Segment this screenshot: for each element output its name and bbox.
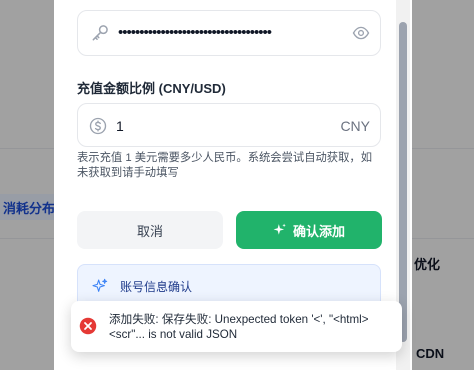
confirm-button-label: 确认添加 [292,223,345,239]
cancel-button[interactable]: 取消 [77,211,223,249]
error-icon [79,317,97,335]
cancel-button-label: 取消 [136,223,163,239]
info-card-title: 账号信息确认 [120,280,193,294]
eye-icon[interactable] [352,24,370,42]
confirm-add-button[interactable]: 确认添加 [236,211,382,249]
dollar-icon [89,117,107,135]
rate-help-text: 表示充值 1 美元需要多少人民币。系统会尝试自动获取，如未获取到请手动填写 [77,152,372,179]
rate-value: 1 [116,118,124,134]
rate-unit: CNY [340,118,370,134]
rate-field-label: 充值金额比例 (CNY/USD) [77,81,226,96]
password-field[interactable]: •••••••••••••••••••••••••••••••••••• [77,10,381,56]
password-value: •••••••••••••••••••••••••••••••••••• [118,24,272,41]
rate-input[interactable]: 1 CNY [77,103,381,147]
toast-message: 添加失败: 保存失败: Unexpected token '<', "<html… [109,313,369,341]
key-icon [92,25,108,41]
sparkle-icon [92,278,108,292]
modal-scrollbar-thumb[interactable] [399,22,407,342]
error-toast: 添加失败: 保存失败: Unexpected token '<', "<html… [71,301,402,352]
sparkle-icon [273,223,286,235]
